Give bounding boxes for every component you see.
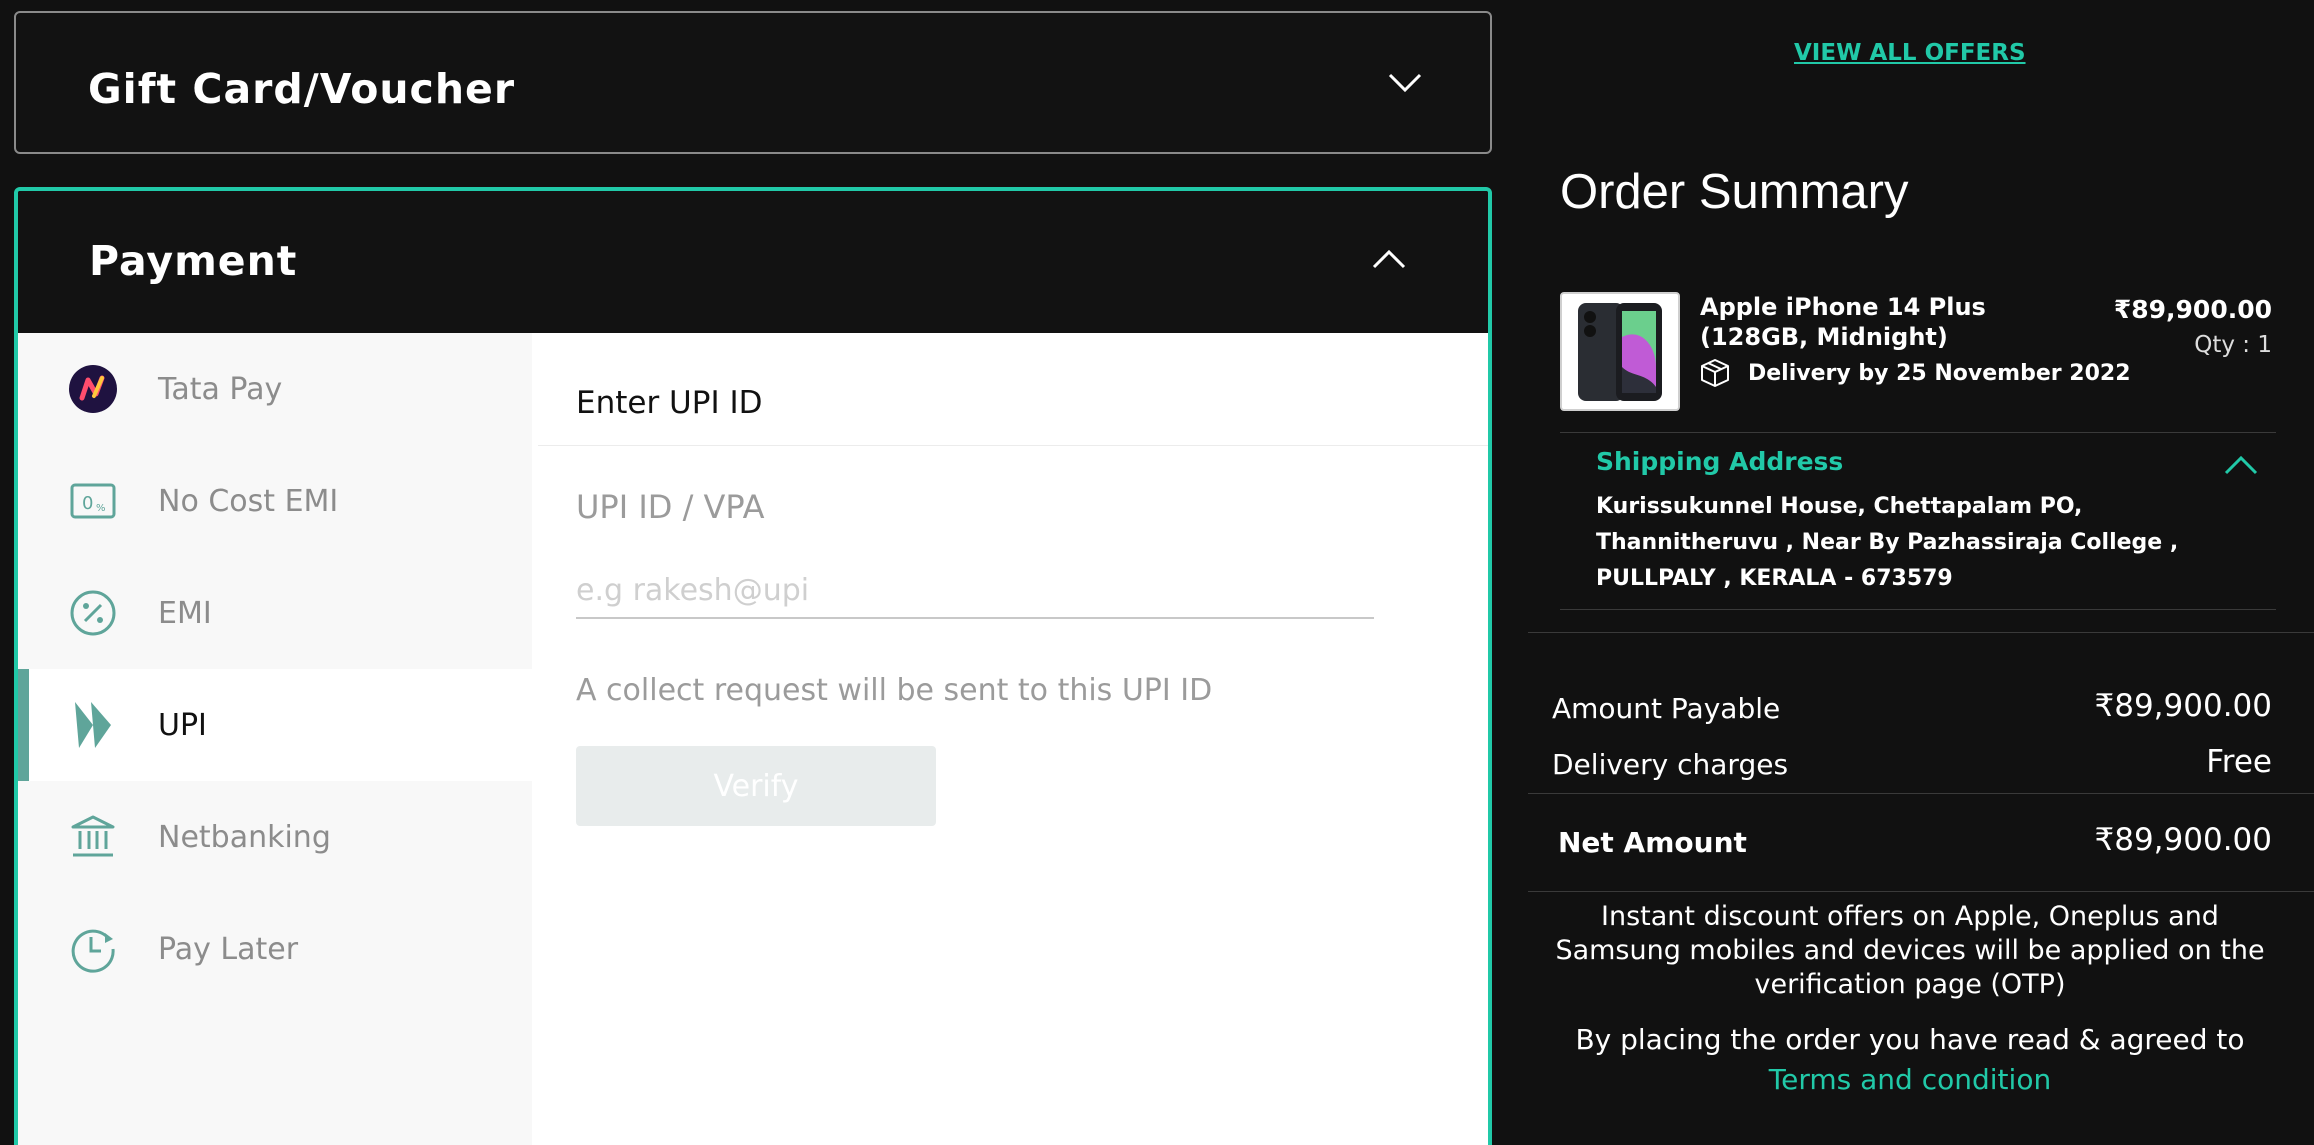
clock-icon <box>68 924 118 974</box>
payment-method-netbanking[interactable]: Netbanking <box>18 781 532 893</box>
product-image <box>1560 292 1680 411</box>
percent-icon <box>68 588 118 638</box>
payment-method-list: Tata Pay 0 % No Cost EMI EMI UPI Netbank… <box>18 333 532 1145</box>
no-cost-emi-icon: 0 % <box>68 476 118 526</box>
upi-panel: Enter UPI ID UPI ID / VPA A collect requ… <box>538 333 1488 1145</box>
payment-method-label: EMI <box>158 595 212 631</box>
verify-button[interactable]: Verify <box>576 746 936 826</box>
upi-heading: Enter UPI ID <box>576 385 763 421</box>
payment-method-upi[interactable]: UPI <box>18 669 532 781</box>
payment-method-label: UPI <box>158 707 207 743</box>
discount-note: Instant discount offers on Apple, Oneplu… <box>1555 901 2265 1000</box>
upi-icon <box>68 700 118 750</box>
payment-method-no-cost-emi[interactable]: 0 % No Cost EMI <box>18 445 532 557</box>
payment-method-tata-pay[interactable]: Tata Pay <box>18 333 532 445</box>
divider <box>1528 632 2314 633</box>
payment-method-label: No Cost EMI <box>158 483 339 519</box>
divider <box>1528 891 2314 892</box>
upi-field-label: UPI ID / VPA <box>576 488 765 526</box>
chevron-up-icon[interactable] <box>1372 249 1406 269</box>
delivery-info: Delivery by 25 November 2022 <box>1700 358 2131 388</box>
amount-payable-value: ₹89,900.00 <box>2094 688 2273 724</box>
chevron-down-icon[interactable] <box>1388 73 1422 93</box>
delivery-charges-value: Free <box>2206 744 2272 780</box>
net-amount-label: Net Amount <box>1558 826 1747 859</box>
box-icon <box>1701 359 1729 387</box>
net-amount-value: ₹89,900.00 <box>2094 822 2273 858</box>
payment-header[interactable]: Payment <box>18 191 1488 333</box>
shipping-address-panel: Shipping Address Kurissukunnel House, Ch… <box>1560 432 2276 610</box>
payment-section: Payment Tata Pay 0 % No Cost EMI EMI UPI… <box>14 187 1492 1145</box>
payment-method-label: Pay Later <box>158 931 299 967</box>
agreement-text: By placing the order you have read & agr… <box>1575 1023 2245 1056</box>
product-name: Apple iPhone 14 Plus (128GB, Midnight) <box>1700 293 1986 351</box>
gift-card-section[interactable]: Gift Card/Voucher <box>14 11 1492 154</box>
bank-icon <box>68 812 118 862</box>
payment-body: Tata Pay 0 % No Cost EMI EMI UPI Netbank… <box>18 333 1488 1145</box>
amount-payable-label: Amount Payable <box>1552 692 1781 725</box>
shipping-address-text: Kurissukunnel House, Chettapalam PO, Tha… <box>1596 494 2179 591</box>
view-all-offers-link[interactable]: VIEW ALL OFFERS <box>1794 40 2026 66</box>
svg-text:%: % <box>96 503 106 514</box>
gift-card-title: Gift Card/Voucher <box>88 65 516 113</box>
chevron-up-icon[interactable] <box>2224 455 2258 475</box>
divider <box>1528 793 2314 794</box>
shipping-address-title: Shipping Address <box>1596 447 1844 476</box>
upi-id-input[interactable] <box>576 563 1374 619</box>
delivery-date: Delivery by 25 November 2022 <box>1748 360 2131 386</box>
tata-pay-icon <box>68 364 118 414</box>
upi-hint: A collect request will be sent to this U… <box>576 673 1213 708</box>
payment-method-emi[interactable]: EMI <box>18 557 532 669</box>
payment-method-label: Tata Pay <box>158 371 283 407</box>
order-summary-title: Order Summary <box>1560 165 1909 219</box>
payment-method-pay-later[interactable]: Pay Later <box>18 893 532 1005</box>
payment-method-label: Netbanking <box>158 819 331 855</box>
delivery-charges-label: Delivery charges <box>1552 748 1789 781</box>
svg-text:0: 0 <box>82 493 93 514</box>
product-qty: Qty : 1 <box>2194 332 2272 358</box>
payment-title: Payment <box>89 237 298 285</box>
divider <box>538 445 1488 446</box>
product-price: ₹89,900.00 <box>2113 295 2272 324</box>
terms-link[interactable]: Terms and condition <box>1540 1063 2280 1096</box>
